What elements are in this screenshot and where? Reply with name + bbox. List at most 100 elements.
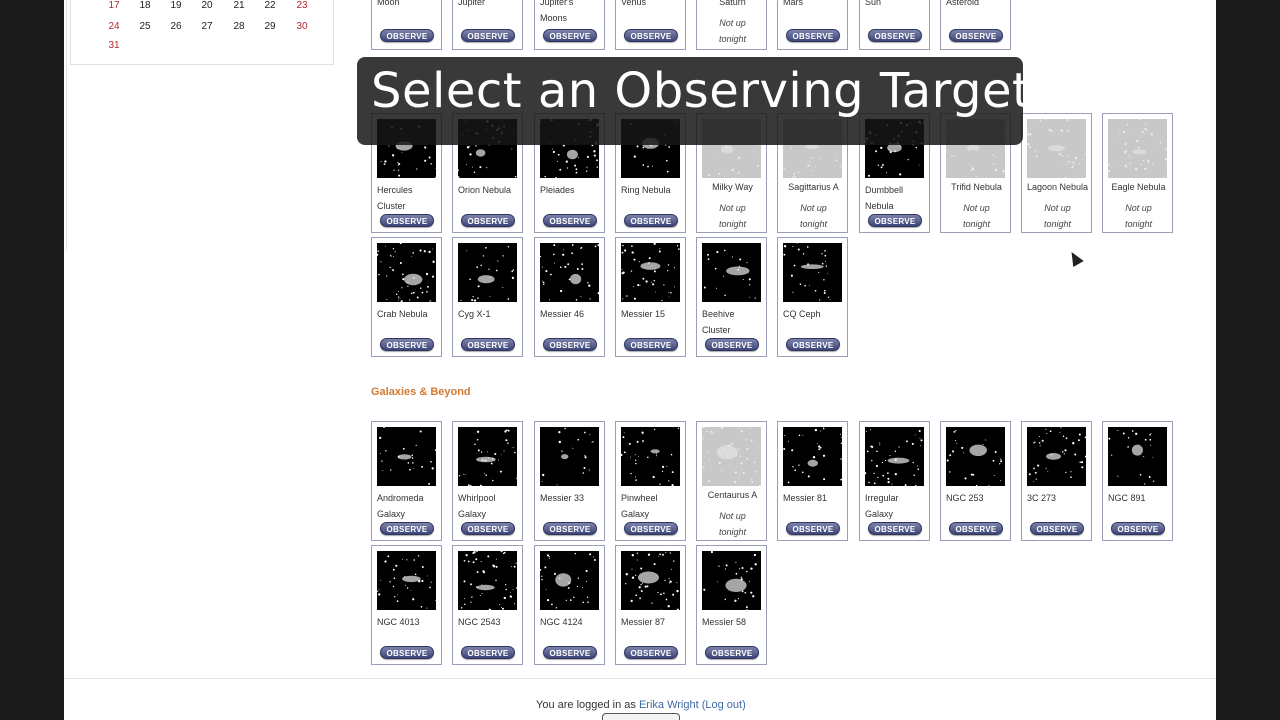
star-dot: [1122, 432, 1125, 435]
target-thumbnail[interactable]: [1108, 119, 1167, 178]
target-thumbnail[interactable]: [458, 551, 517, 610]
observe-button[interactable]: OBSERVE: [624, 646, 678, 659]
observe-button[interactable]: OBSERVE: [868, 29, 922, 42]
availability-status: tonight: [962, 219, 991, 229]
observe-button[interactable]: OBSERVE: [786, 29, 840, 42]
star-dot: [465, 163, 467, 165]
calendar-day[interactable]: 28: [224, 21, 254, 32]
target-thumbnail[interactable]: [458, 427, 517, 486]
star-dot: [1141, 130, 1144, 134]
observe-button[interactable]: OBSERVE: [461, 646, 515, 659]
calendar-day[interactable]: 25: [130, 21, 160, 32]
calendar-day[interactable]: 31: [99, 40, 129, 51]
observe-button[interactable]: OBSERVE: [786, 338, 840, 351]
star-dot: [640, 590, 643, 593]
target-tile: NGC 891 OBSERVE: [1102, 421, 1173, 541]
star-dot: [561, 450, 563, 452]
object-glow: [475, 149, 486, 157]
calendar-day[interactable]: 29: [255, 21, 285, 32]
calendar-day[interactable]: 20: [192, 0, 222, 11]
target-thumbnail[interactable]: [540, 243, 599, 302]
observe-button[interactable]: OBSERVE: [624, 214, 678, 227]
target-thumbnail[interactable]: [458, 243, 517, 302]
star-dot: [1064, 449, 1067, 452]
observe-button[interactable]: OBSERVE: [705, 338, 759, 351]
star-dot: [899, 173, 902, 176]
target-thumbnail[interactable]: [621, 427, 680, 486]
target-thumbnail[interactable]: [377, 551, 436, 610]
star-dot: [593, 559, 596, 561]
observe-button[interactable]: OBSERVE: [949, 29, 1003, 42]
target-thumbnail[interactable]: [702, 427, 761, 486]
star-dot: [421, 291, 424, 294]
target-thumbnail[interactable]: [702, 243, 761, 302]
target-thumbnail[interactable]: [377, 427, 436, 486]
star-dot: [426, 285, 429, 288]
observe-button[interactable]: OBSERVE: [1030, 522, 1084, 535]
target-name: Messier 81: [783, 493, 828, 503]
observe-button[interactable]: OBSERVE: [786, 522, 840, 535]
target-thumbnail[interactable]: [540, 427, 599, 486]
logout-link[interactable]: (Log out): [702, 699, 746, 711]
star-dot: [545, 589, 547, 591]
observe-button[interactable]: OBSERVE: [461, 29, 515, 42]
star-dot: [484, 473, 486, 475]
observe-button[interactable]: OBSERVE: [868, 522, 922, 535]
star-dot: [495, 579, 497, 582]
observe-button[interactable]: OBSERVE: [624, 522, 678, 535]
target-thumbnail[interactable]: [621, 551, 680, 610]
observe-button[interactable]: OBSERVE: [461, 522, 515, 535]
calendar-day[interactable]: 24: [99, 21, 129, 32]
observe-button[interactable]: OBSERVE: [543, 646, 597, 659]
calendar-day[interactable]: 26: [161, 21, 191, 32]
user-link[interactable]: Erika Wright: [639, 699, 699, 711]
star-dot: [871, 459, 873, 462]
observe-button[interactable]: OBSERVE: [380, 646, 434, 659]
star-dot: [1039, 445, 1041, 447]
target-thumbnail[interactable]: [1027, 427, 1086, 486]
observe-button[interactable]: OBSERVE: [380, 338, 434, 351]
observe-button[interactable]: OBSERVE: [380, 522, 434, 535]
target-thumbnail[interactable]: [783, 427, 842, 486]
calendar-day[interactable]: 30: [287, 21, 317, 32]
observe-button[interactable]: OBSERVE: [461, 214, 515, 227]
target-thumbnail[interactable]: [702, 551, 761, 610]
footer-button[interactable]: [602, 713, 680, 720]
observe-button[interactable]: OBSERVE: [543, 522, 597, 535]
observe-button[interactable]: OBSERVE: [380, 29, 434, 42]
observe-button[interactable]: OBSERVE: [949, 522, 1003, 535]
target-thumbnail[interactable]: [1027, 119, 1086, 178]
target-thumbnail[interactable]: [540, 551, 599, 610]
star-dot: [469, 153, 472, 156]
observe-button[interactable]: OBSERVE: [705, 646, 759, 659]
calendar-day[interactable]: 27: [192, 21, 222, 32]
calendar-day[interactable]: 17: [99, 0, 129, 11]
star-dot: [429, 586, 431, 589]
star-dot: [875, 150, 878, 153]
observe-button[interactable]: OBSERVE: [543, 214, 597, 227]
observe-button[interactable]: OBSERVE: [624, 338, 678, 351]
observe-button[interactable]: OBSERVE: [543, 338, 597, 351]
target-thumbnail[interactable]: [946, 427, 1005, 486]
star-dot: [401, 273, 404, 276]
star-dot: [555, 607, 558, 609]
observe-button[interactable]: OBSERVE: [1111, 522, 1165, 535]
observe-button[interactable]: OBSERVE: [868, 214, 922, 227]
observe-button[interactable]: OBSERVE: [461, 338, 515, 351]
target-thumbnail[interactable]: [865, 427, 924, 486]
target-thumbnail[interactable]: [783, 243, 842, 302]
observe-button[interactable]: OBSERVE: [543, 29, 597, 42]
observe-button[interactable]: OBSERVE: [380, 214, 434, 227]
calendar-day[interactable]: 18: [130, 0, 160, 11]
calendar-day[interactable]: 23: [287, 0, 317, 11]
observe-button[interactable]: OBSERVE: [624, 29, 678, 42]
target-name: Irregular Galaxy: [865, 493, 899, 519]
star-dot: [662, 553, 664, 556]
target-thumbnail[interactable]: [377, 243, 436, 302]
target-thumbnail[interactable]: [621, 243, 680, 302]
calendar-day[interactable]: 21: [224, 0, 254, 11]
target-thumbnail[interactable]: [1108, 427, 1167, 486]
star-dot: [750, 439, 753, 442]
calendar-day[interactable]: 22: [255, 0, 285, 11]
calendar-day[interactable]: 19: [161, 0, 191, 11]
